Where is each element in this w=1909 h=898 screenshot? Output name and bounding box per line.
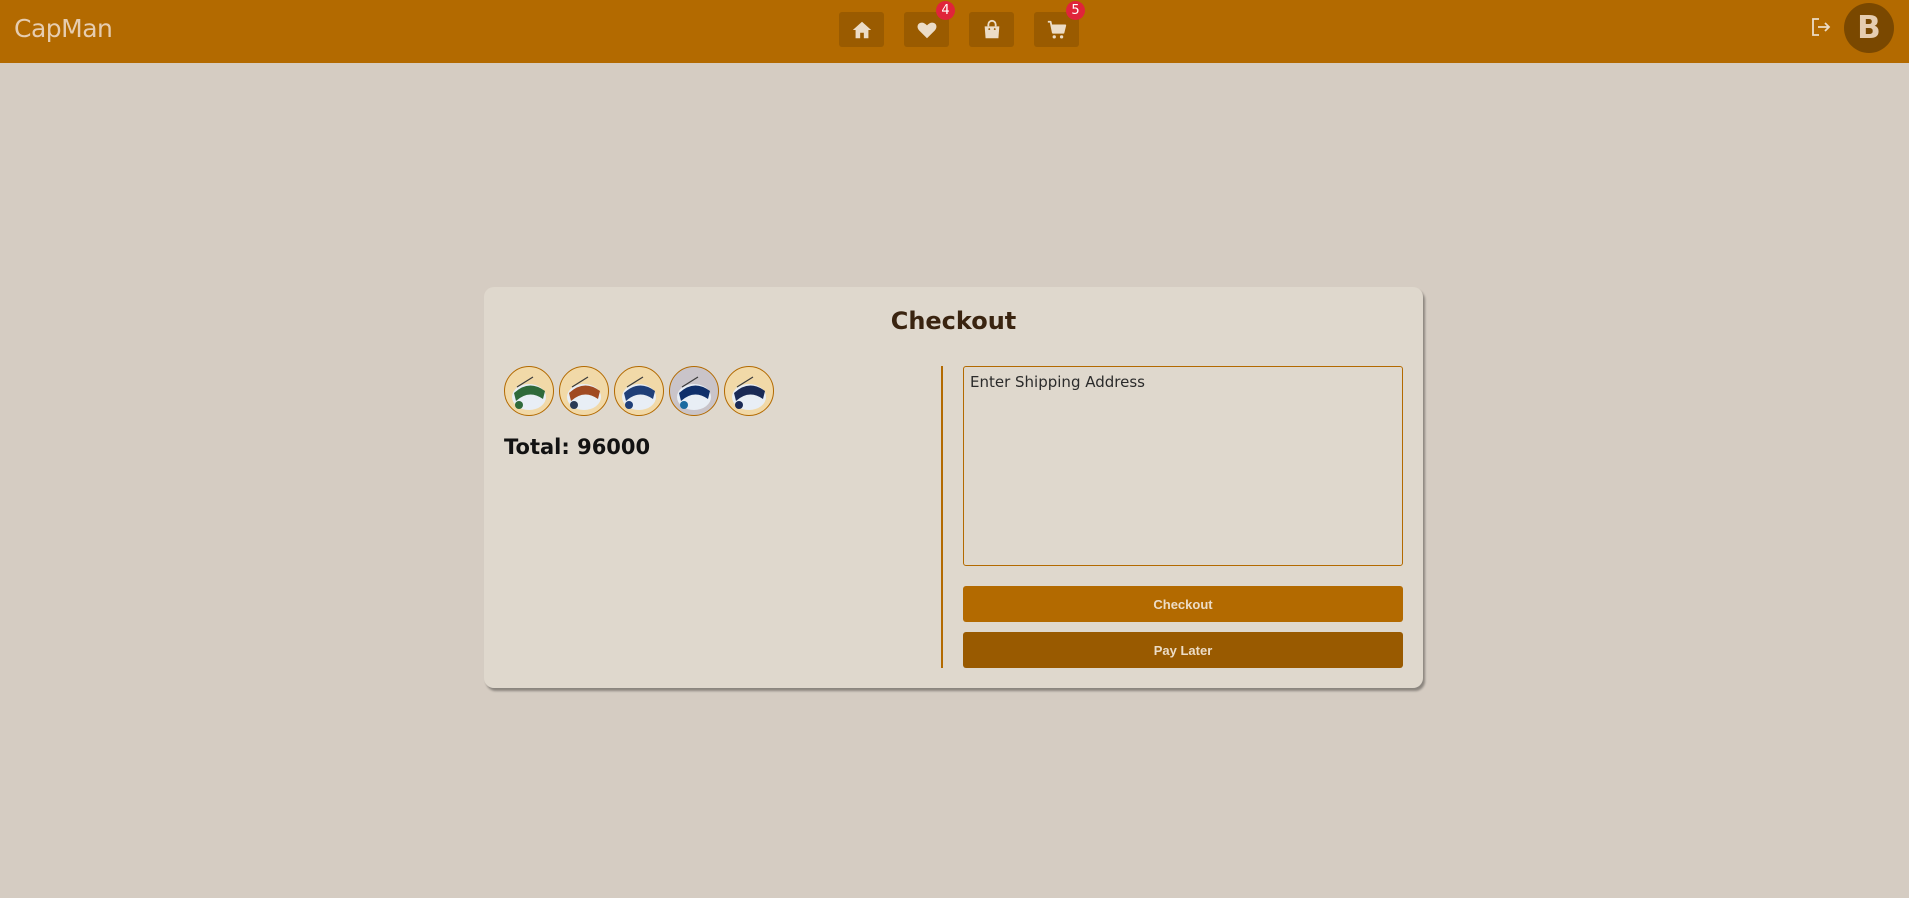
pay-later-button[interactable]: Pay Later xyxy=(963,632,1403,668)
main-nav: 4 5 xyxy=(839,1,1085,47)
section-divider xyxy=(941,366,943,668)
cart-item-thumbnails xyxy=(504,366,774,416)
product-thumbnail xyxy=(559,366,609,416)
shopping-bag-icon xyxy=(984,19,999,38)
order-total: Total: 96000 xyxy=(504,435,651,459)
product-thumbnail xyxy=(724,366,774,416)
product-thumbnail xyxy=(504,366,554,416)
cart-button[interactable]: 5 xyxy=(1034,1,1085,47)
product-thumbnail xyxy=(669,366,719,416)
home-icon xyxy=(852,21,871,38)
home-button[interactable] xyxy=(839,12,884,47)
logout-icon xyxy=(1812,18,1831,36)
cart-icon xyxy=(1047,20,1066,39)
orders-button[interactable] xyxy=(969,12,1014,47)
top-navbar: CapMan 4 5 B xyxy=(0,0,1909,63)
shipping-address-input[interactable] xyxy=(963,366,1403,566)
page-title: Checkout xyxy=(890,307,1017,335)
checkout-button[interactable]: Checkout xyxy=(963,586,1403,622)
product-thumbnail xyxy=(614,366,664,416)
checkout-card: Checkout Total: 96000 Enter Shipping Add… xyxy=(484,287,1423,688)
cart-count-badge: 5 xyxy=(1066,1,1085,20)
heart-icon xyxy=(917,22,936,38)
brand-logo[interactable]: CapMan xyxy=(14,14,113,43)
logout-button[interactable] xyxy=(1809,15,1833,39)
wishlist-button[interactable]: 4 xyxy=(904,1,955,47)
wishlist-count-badge: 4 xyxy=(936,1,955,20)
user-avatar[interactable]: B xyxy=(1844,3,1894,53)
